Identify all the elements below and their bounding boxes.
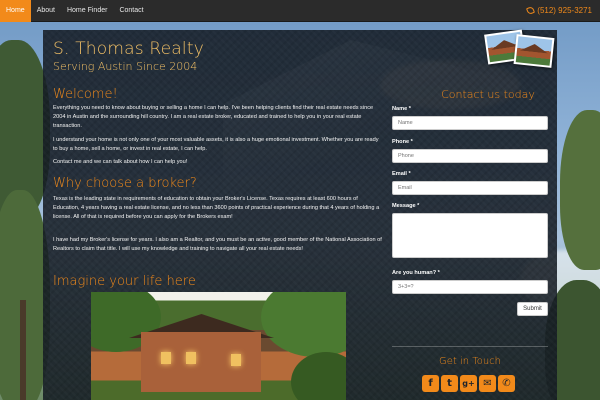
name-label: Name *: [392, 106, 411, 112]
welcome-heading: Welcome!: [53, 87, 118, 102]
human-check-input[interactable]: [392, 280, 548, 294]
broker-heading: Why choose a broker?: [53, 176, 197, 191]
phone-input[interactable]: [392, 149, 548, 163]
message-label: Message *: [392, 203, 420, 209]
name-input[interactable]: [392, 116, 548, 130]
welcome-paragraph: Contact me and we can talk about how I c…: [53, 159, 188, 165]
site-title[interactable]: S. Thomas Realty: [53, 39, 204, 59]
get-in-touch-title: Get in Touch: [439, 356, 501, 367]
message-textarea[interactable]: [392, 213, 548, 258]
email-label: Email *: [392, 171, 411, 177]
broker-paragraph: I have had my Broker's license for years…: [53, 237, 382, 253]
phone-icon: [526, 6, 536, 15]
phone-label: Phone *: [392, 139, 413, 145]
main-panel: S. Thomas Realty Serving Austin Since 20…: [43, 29, 557, 400]
contact-form-title: Contact us today: [441, 88, 535, 101]
logo-house-photo: [513, 34, 555, 68]
google-plus-icon[interactable]: g+: [460, 375, 477, 392]
tree-trunk: [20, 300, 26, 400]
welcome-paragraph: Everything you need to know about buying…: [53, 105, 374, 130]
social-icons: f t g+ ✉ ✆: [422, 375, 515, 392]
nav-phone-number: (512) 925-3271: [537, 6, 592, 15]
nav-phone-link[interactable]: (512) 925-3271: [526, 6, 600, 15]
submit-button[interactable]: Submit: [517, 302, 548, 316]
nav-home[interactable]: Home: [0, 0, 31, 22]
twitter-icon[interactable]: t: [441, 375, 458, 392]
email-input[interactable]: [392, 181, 548, 195]
house-photo: [91, 292, 346, 400]
welcome-paragraph: I understand your home is not only one o…: [53, 137, 379, 153]
nav-home-finder[interactable]: Home Finder: [61, 0, 113, 22]
top-navbar: Home About Home Finder Contact (512) 925…: [0, 0, 600, 22]
tree: [560, 110, 600, 270]
nav-about[interactable]: About: [31, 0, 61, 22]
nav-contact[interactable]: Contact: [113, 0, 149, 22]
phone-icon[interactable]: ✆: [498, 375, 515, 392]
site-tagline: Serving Austin Since 2004: [53, 60, 198, 73]
section-divider: [392, 346, 548, 347]
broker-paragraph: Texas is the leading state in requiremen…: [53, 196, 380, 221]
email-icon[interactable]: ✉: [479, 375, 496, 392]
facebook-icon[interactable]: f: [422, 375, 439, 392]
imagine-heading: Imagine your life here: [53, 274, 196, 289]
human-check-label: Are you human? *: [392, 270, 440, 276]
